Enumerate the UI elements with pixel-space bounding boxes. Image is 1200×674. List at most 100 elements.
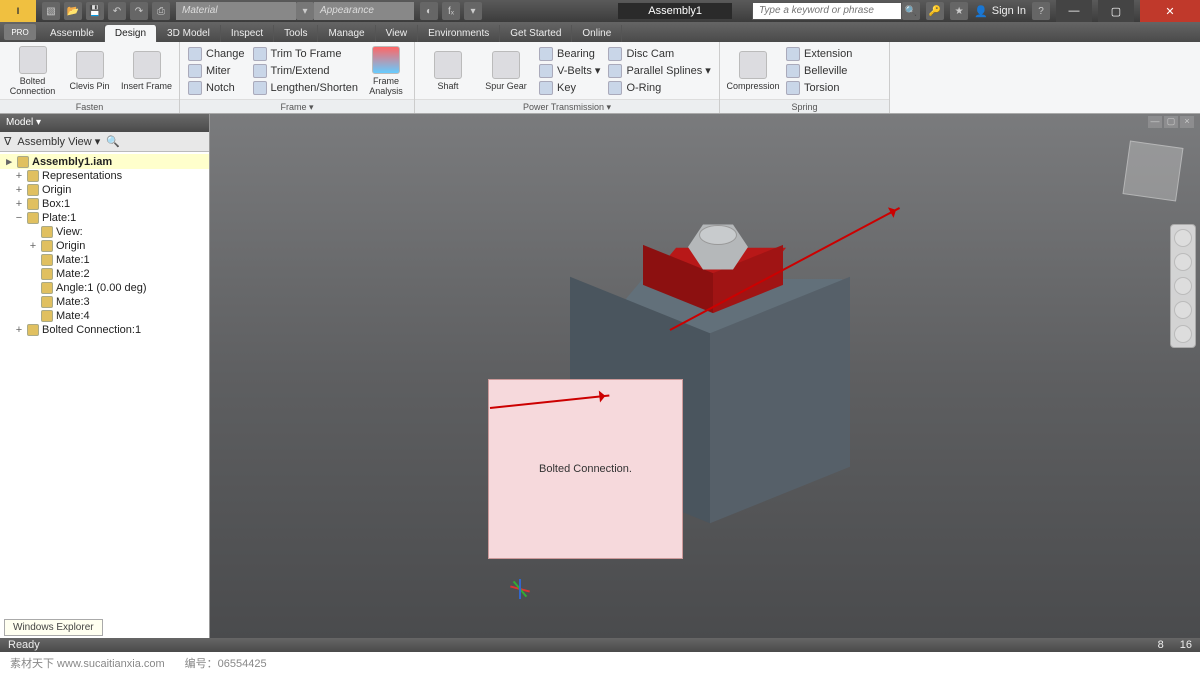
tab-get-started[interactable]: Get Started bbox=[500, 25, 572, 42]
vp-close-icon[interactable]: × bbox=[1180, 116, 1194, 128]
status-num-2: 16 bbox=[1180, 639, 1192, 651]
panel-title-power[interactable]: Power Transmission ▾ bbox=[415, 99, 719, 113]
status-text: Ready bbox=[8, 639, 40, 651]
power-bearing[interactable]: Bearing bbox=[537, 46, 602, 62]
model-tree[interactable]: ▸Assembly1.iam +Representations+Origin+B… bbox=[0, 152, 209, 638]
tree-item[interactable]: +Representations bbox=[0, 169, 209, 183]
vp-restore-icon[interactable]: ▢ bbox=[1164, 116, 1178, 128]
browser-header[interactable]: Model ▾ bbox=[0, 114, 209, 132]
tree-item[interactable]: −Plate:1 bbox=[0, 211, 209, 225]
tree-item[interactable]: +Box:1 bbox=[0, 197, 209, 211]
spring-icon bbox=[739, 51, 767, 79]
print-icon[interactable]: ⎙ bbox=[152, 2, 170, 20]
spur-gear-button[interactable]: Spur Gear bbox=[479, 51, 533, 91]
frame-notch[interactable]: Notch bbox=[186, 80, 247, 96]
frame-lengthen-shorten[interactable]: Lengthen/Shorten bbox=[251, 80, 360, 96]
shaft-icon bbox=[434, 51, 462, 79]
frame-trim-to-frame[interactable]: Trim To Frame bbox=[251, 46, 360, 62]
tree-item[interactable]: View: bbox=[0, 225, 209, 239]
pan-icon[interactable] bbox=[1174, 253, 1192, 271]
power-o-ring[interactable]: O-Ring bbox=[606, 80, 712, 96]
tree-item[interactable]: Mate:2 bbox=[0, 267, 209, 281]
material-dropdown[interactable]: Material bbox=[176, 2, 296, 20]
power-key[interactable]: Key bbox=[537, 80, 602, 96]
node-icon bbox=[41, 282, 53, 294]
tab-manage[interactable]: Manage bbox=[318, 25, 375, 42]
compression-button[interactable]: Compression bbox=[726, 51, 780, 91]
power-v-belts-[interactable]: V-Belts ▾ bbox=[537, 63, 602, 79]
frame-miter[interactable]: Miter bbox=[186, 63, 247, 79]
window-maximize[interactable]: ▢ bbox=[1098, 0, 1134, 22]
zoom-icon[interactable] bbox=[1174, 277, 1192, 295]
new-icon[interactable]: ▧ bbox=[42, 2, 60, 20]
panel-title-frame[interactable]: Frame ▾ bbox=[180, 99, 414, 113]
tab-online[interactable]: Online bbox=[572, 25, 622, 42]
assembly-view-dropdown[interactable]: Assembly View ▾ bbox=[17, 135, 100, 148]
orbit-icon[interactable] bbox=[1174, 301, 1192, 319]
bolted-connection-button[interactable]: Bolted Connection bbox=[6, 46, 59, 96]
watermark-site: 素材天下 www.sucaitianxia.com bbox=[10, 655, 165, 671]
tab-design[interactable]: Design bbox=[105, 25, 157, 42]
status-bar: Ready 816 bbox=[0, 638, 1200, 652]
tree-item[interactable]: +Bolted Connection:1 bbox=[0, 323, 209, 337]
sign-in-button[interactable]: 👤Sign In bbox=[974, 5, 1026, 18]
tab-assemble[interactable]: Assemble bbox=[40, 25, 105, 42]
shaft-button[interactable]: Shaft bbox=[421, 51, 475, 91]
window-minimize[interactable]: — bbox=[1056, 0, 1092, 22]
tab-view[interactable]: View bbox=[376, 25, 419, 42]
fx-icon[interactable]: fₓ bbox=[442, 2, 460, 20]
frame-trim-extend[interactable]: Trim/Extend bbox=[251, 63, 360, 79]
help-icon[interactable]: ? bbox=[1032, 2, 1050, 20]
frame-analysis-button[interactable]: Frame Analysis bbox=[364, 46, 408, 96]
more-icon[interactable]: ▾ bbox=[464, 2, 482, 20]
search-icon[interactable]: 🔍 bbox=[902, 2, 920, 20]
tree-item[interactable]: +Origin bbox=[0, 183, 209, 197]
search-input[interactable] bbox=[752, 2, 902, 20]
steering-wheel-icon[interactable] bbox=[1174, 229, 1192, 247]
appearance-icon[interactable]: ◐ bbox=[420, 2, 438, 20]
viewport-3d[interactable]: — ▢ × Bolted Connection. bbox=[210, 114, 1200, 638]
vp-minimize-icon[interactable]: — bbox=[1148, 116, 1162, 128]
tree-item[interactable]: Mate:3 bbox=[0, 295, 209, 309]
open-icon[interactable]: 📂 bbox=[64, 2, 82, 20]
window-close[interactable]: ✕ bbox=[1140, 0, 1200, 22]
pro-badge: PRO bbox=[4, 24, 36, 40]
bolt-part[interactable] bbox=[683, 215, 753, 275]
key-icon[interactable]: 🔑 bbox=[926, 2, 944, 20]
tab-3d-model[interactable]: 3D Model bbox=[157, 25, 221, 42]
analysis-icon bbox=[372, 46, 400, 74]
tool-icon bbox=[539, 81, 553, 95]
node-icon bbox=[41, 310, 53, 322]
star-icon[interactable]: ★ bbox=[950, 2, 968, 20]
tree-item[interactable]: Mate:4 bbox=[0, 309, 209, 323]
tree-item[interactable]: +Origin bbox=[0, 239, 209, 253]
clevis-pin-button[interactable]: Clevis Pin bbox=[63, 51, 116, 91]
frame-change[interactable]: Change bbox=[186, 46, 247, 62]
tool-icon bbox=[253, 47, 267, 61]
material-picker-icon[interactable]: ▾ bbox=[296, 2, 314, 20]
viewport-controls: — ▢ × bbox=[1148, 116, 1194, 128]
filter-icon[interactable]: ∇ bbox=[4, 135, 11, 148]
tree-item[interactable]: Angle:1 (0.00 deg) bbox=[0, 281, 209, 295]
undo-icon[interactable]: ↶ bbox=[108, 2, 126, 20]
tab-tools[interactable]: Tools bbox=[274, 25, 318, 42]
insert-frame-button[interactable]: Insert Frame bbox=[120, 51, 173, 91]
tab-inspect[interactable]: Inspect bbox=[221, 25, 274, 42]
tree-root[interactable]: ▸Assembly1.iam bbox=[0, 154, 209, 169]
ribbon-tabs: AssembleDesign3D ModelInspectToolsManage… bbox=[0, 22, 1200, 42]
spring-belleville[interactable]: Belleville bbox=[784, 63, 854, 79]
appearance-dropdown[interactable]: Appearance bbox=[314, 2, 414, 20]
redo-icon[interactable]: ↷ bbox=[130, 2, 148, 20]
spring-torsion[interactable]: Torsion bbox=[784, 80, 854, 96]
tree-item[interactable]: Mate:1 bbox=[0, 253, 209, 267]
power-disc-cam[interactable]: Disc Cam bbox=[606, 46, 712, 62]
spring-extension[interactable]: Extension bbox=[784, 46, 854, 62]
power-parallel-splines-[interactable]: Parallel Splines ▾ bbox=[606, 63, 712, 79]
tab-environments[interactable]: Environments bbox=[418, 25, 500, 42]
ribbon: Bolted Connection Clevis Pin Insert Fram… bbox=[0, 42, 1200, 114]
save-icon[interactable]: 💾 bbox=[86, 2, 104, 20]
app-logo[interactable]: I bbox=[0, 0, 36, 22]
lookat-icon[interactable] bbox=[1174, 325, 1192, 343]
viewcube[interactable] bbox=[1123, 141, 1184, 202]
find-icon[interactable]: 🔍 bbox=[106, 135, 120, 148]
